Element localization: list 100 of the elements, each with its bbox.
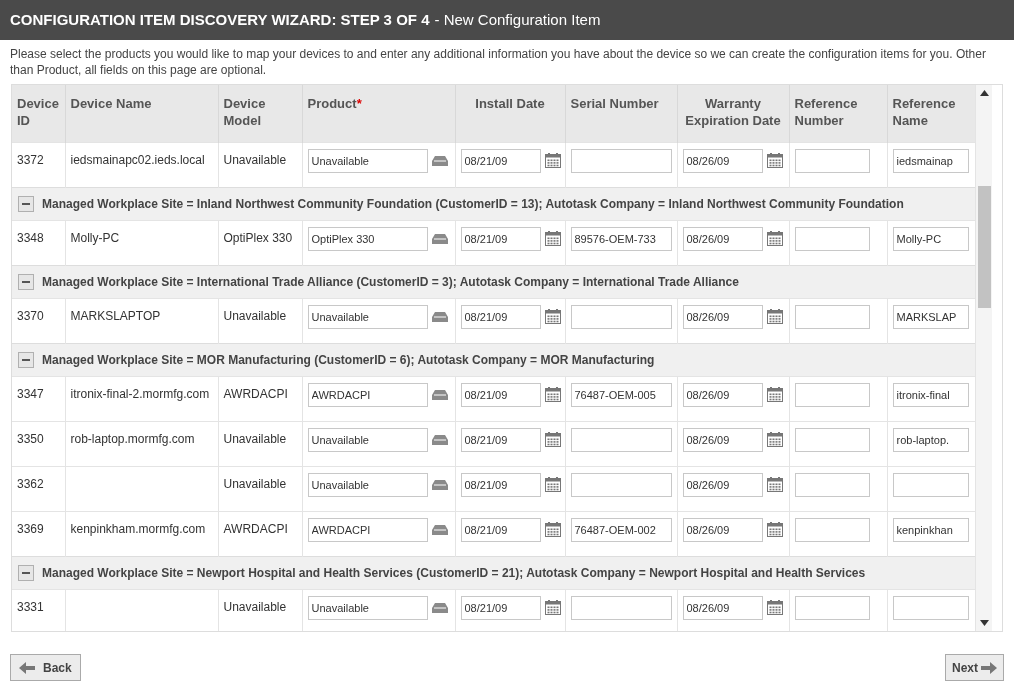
- product-field[interactable]: Unavailable: [307, 148, 428, 173]
- install-date-field[interactable]: 08/21/09: [460, 427, 541, 452]
- install-date-field[interactable]: 08/21/09: [460, 382, 541, 407]
- tray-icon[interactable]: [431, 601, 448, 614]
- reference-number-field[interactable]: [794, 427, 870, 452]
- reference-number-field[interactable]: [794, 226, 870, 251]
- reference-name-field[interactable]: MARKSLAP: [892, 304, 969, 329]
- column-header: Device Model: [218, 85, 302, 142]
- reference-number-field[interactable]: [794, 148, 870, 173]
- device-id: 3331: [17, 599, 44, 614]
- reference-name-field[interactable]: [892, 595, 969, 620]
- warranty-date-field[interactable]: 08/26/09: [682, 427, 763, 452]
- reference-number-field[interactable]: [794, 517, 870, 542]
- reference-name-field[interactable]: kenpinkhan: [892, 517, 969, 542]
- calendar-icon[interactable]: [544, 309, 561, 324]
- reference-name-field[interactable]: itronix-final: [892, 382, 969, 407]
- reference-number-field[interactable]: [794, 472, 870, 497]
- calendar-icon[interactable]: [766, 477, 783, 492]
- calendar-icon[interactable]: [766, 432, 783, 447]
- calendar-icon[interactable]: [766, 231, 783, 246]
- collapse-icon[interactable]: [18, 195, 34, 212]
- device-name: rob-laptop.mormfg.com: [70, 431, 195, 446]
- column-header: Reference Number: [789, 85, 887, 142]
- product-field[interactable]: Unavailable: [307, 595, 428, 620]
- device-id: 3362: [17, 476, 44, 491]
- collapse-icon[interactable]: [18, 351, 34, 368]
- reference-name-field[interactable]: [892, 472, 969, 497]
- install-date-field[interactable]: 08/21/09: [460, 517, 541, 542]
- install-date-field[interactable]: 08/21/09: [460, 226, 541, 251]
- back-button[interactable]: Back: [10, 654, 81, 681]
- next-button[interactable]: Next: [945, 654, 1004, 681]
- product-field[interactable]: AWRDACPI: [307, 382, 428, 407]
- scrollbar[interactable]: [975, 85, 992, 631]
- serial-number-field[interactable]: [570, 148, 672, 173]
- calendar-icon[interactable]: [766, 153, 783, 168]
- reference-name-field[interactable]: rob-laptop.: [892, 427, 969, 452]
- serial-number-field[interactable]: [570, 472, 672, 497]
- install-date-field[interactable]: 08/21/09: [460, 148, 541, 173]
- calendar-icon[interactable]: [544, 432, 561, 447]
- scroll-up-icon[interactable]: [979, 90, 989, 96]
- product-field[interactable]: Unavailable: [307, 472, 428, 497]
- device-name: iedsmainapc02.ieds.local: [70, 152, 205, 167]
- tray-icon[interactable]: [431, 154, 448, 167]
- product-field[interactable]: Unavailable: [307, 304, 428, 329]
- reference-name-field[interactable]: iedsmainap: [892, 148, 969, 173]
- tray-icon[interactable]: [431, 523, 448, 536]
- product-field[interactable]: AWRDACPI: [307, 517, 428, 542]
- calendar-icon[interactable]: [766, 309, 783, 324]
- serial-number-field[interactable]: [570, 304, 672, 329]
- warranty-date-field[interactable]: 08/26/09: [682, 226, 763, 251]
- install-date-field[interactable]: 08/21/09: [460, 472, 541, 497]
- device-model: OptiPlex 330: [223, 230, 293, 245]
- warranty-date-field[interactable]: 08/26/09: [682, 382, 763, 407]
- serial-number-field[interactable]: 76487-OEM-002: [570, 517, 672, 542]
- reference-name-field[interactable]: Molly-PC: [892, 226, 969, 251]
- calendar-icon[interactable]: [766, 522, 783, 537]
- device-model: Unavailable: [223, 599, 287, 614]
- reference-number-field[interactable]: [794, 304, 870, 329]
- calendar-icon[interactable]: [544, 231, 561, 246]
- calendar-icon[interactable]: [544, 477, 561, 492]
- collapse-icon[interactable]: [18, 273, 34, 290]
- calendar-icon[interactable]: [544, 600, 561, 615]
- column-header: Install Date: [455, 85, 565, 142]
- serial-number-field[interactable]: [570, 595, 672, 620]
- calendar-icon[interactable]: [544, 153, 561, 168]
- collapse-icon[interactable]: [18, 564, 34, 581]
- device-name: MARKSLAPTOP: [70, 308, 161, 323]
- instructions-text: Please select the products you would like to map your devices to and enter any additional information you have about the device so we can create the configuration items for you. Other than Product, all fields on this page are optional.: [9, 46, 987, 79]
- tray-icon[interactable]: [431, 232, 448, 245]
- calendar-icon[interactable]: [766, 600, 783, 615]
- device-id: 3370: [17, 308, 44, 323]
- device-model: Unavailable: [223, 431, 287, 446]
- left-arrow-icon: [19, 661, 35, 674]
- device-name: kenpinkham.mormfg.com: [70, 521, 206, 536]
- calendar-icon[interactable]: [766, 387, 783, 402]
- warranty-date-field[interactable]: 08/26/09: [682, 472, 763, 497]
- warranty-date-field[interactable]: 08/26/09: [682, 517, 763, 542]
- wizard-title: CONFIGURATION ITEM DISCOVERY WIZARD: STEP 3 OF 4: [10, 9, 430, 30]
- warranty-date-field[interactable]: 08/26/09: [682, 595, 763, 620]
- install-date-field[interactable]: 08/21/09: [460, 595, 541, 620]
- warranty-date-field[interactable]: 08/26/09: [682, 304, 763, 329]
- product-field[interactable]: OptiPlex 330: [307, 226, 428, 251]
- reference-number-field[interactable]: [794, 382, 870, 407]
- scrollbar-thumb[interactable]: [977, 186, 991, 308]
- calendar-icon[interactable]: [544, 522, 561, 537]
- tray-icon[interactable]: [431, 310, 448, 323]
- serial-number-field[interactable]: 76487-OEM-005: [570, 382, 672, 407]
- device-name: Molly-PC: [70, 230, 120, 245]
- warranty-date-field[interactable]: 08/26/09: [682, 148, 763, 173]
- group-header-text: Managed Workplace Site = International Trade Alliance (CustomerID = 3); Autotask Company = International Trade Alliance: [42, 273, 739, 291]
- scroll-down-icon[interactable]: [979, 620, 989, 626]
- serial-number-field[interactable]: [570, 427, 672, 452]
- install-date-field[interactable]: 08/21/09: [460, 304, 541, 329]
- tray-icon[interactable]: [431, 433, 448, 446]
- product-field[interactable]: Unavailable: [307, 427, 428, 452]
- serial-number-field[interactable]: 89576-OEM-733: [570, 226, 672, 251]
- calendar-icon[interactable]: [544, 387, 561, 402]
- tray-icon[interactable]: [431, 478, 448, 491]
- reference-number-field[interactable]: [794, 595, 870, 620]
- tray-icon[interactable]: [431, 388, 448, 401]
